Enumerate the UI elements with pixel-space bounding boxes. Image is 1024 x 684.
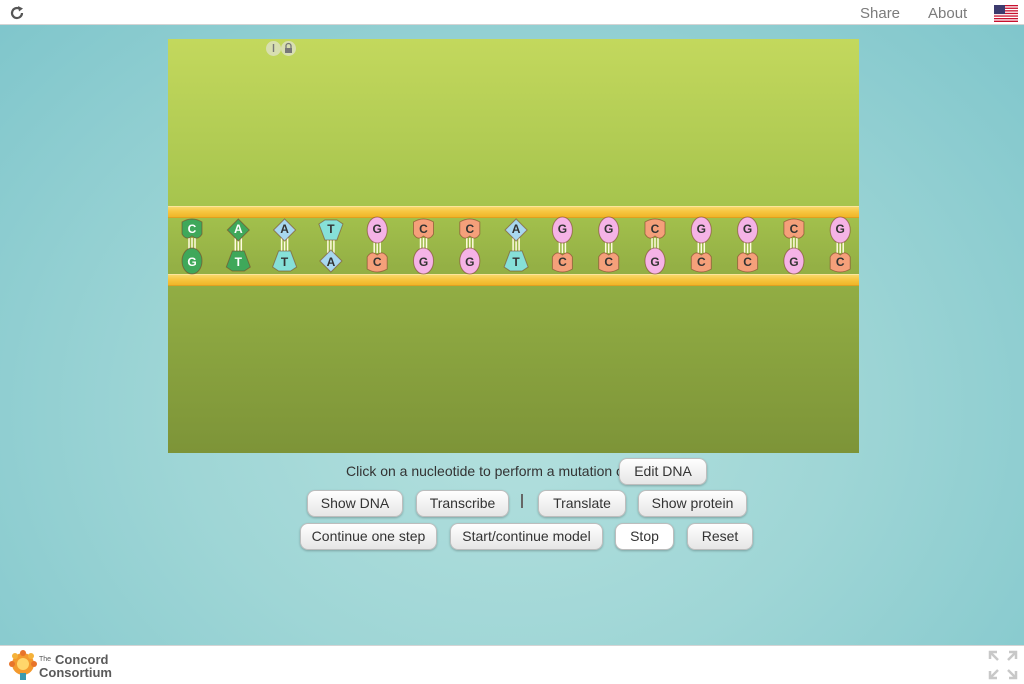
nucleotide-label-top-8: G: [558, 222, 567, 236]
nucleotide-label-top-10: C: [651, 222, 660, 236]
nucleotide-label-bottom-3: A: [327, 255, 336, 269]
nucleotide-label-top-3: T: [327, 222, 335, 236]
nucleotide-label-bottom-9: C: [604, 255, 613, 269]
concord-logo-icon[interactable]: [8, 649, 38, 681]
nucleotide-label-bottom-2: T: [281, 255, 289, 269]
fullscreen-icon[interactable]: [988, 650, 1018, 680]
reload-icon[interactable]: [9, 5, 25, 21]
top-bar: Share About: [0, 0, 1024, 25]
nucleotide-label-top-2: A: [280, 222, 289, 236]
nucleotide-label-top-11: G: [697, 222, 706, 236]
about-link[interactable]: About: [928, 5, 967, 22]
footer: The Concord Consortium: [0, 645, 1024, 684]
show-protein-button[interactable]: Show protein: [638, 490, 747, 517]
stop-button[interactable]: Stop: [615, 523, 674, 550]
nucleotide-label-top-1: A: [234, 222, 243, 236]
logo-text-consortium: Consortium: [39, 665, 112, 680]
nucleotide-label-top-5: C: [419, 222, 428, 236]
nucleotide-label-bottom-12: C: [743, 255, 752, 269]
nucleotide-label-bottom-6: G: [465, 255, 474, 269]
dna-double-helix: C G A T A T T A G C C G C G A T G C G C C G G C G C C G G C: [181, 216, 851, 275]
continue-one-step-button[interactable]: Continue one step: [300, 523, 437, 550]
nucleotide-label-top-7: A: [512, 222, 521, 236]
mutation-instruction: Click on a nucleotide to perform a mutat…: [346, 463, 629, 479]
us-flag-icon[interactable]: [994, 5, 1018, 22]
nucleotide-label-top-14: G: [836, 222, 845, 236]
nucleotide-label-top-6: C: [465, 222, 474, 236]
nucleotide-label-bottom-13: G: [789, 255, 798, 269]
nucleotide-label-top-13: C: [790, 222, 799, 236]
edit-dna-button[interactable]: Edit DNA: [619, 458, 707, 485]
transcribe-button[interactable]: Transcribe: [416, 490, 509, 517]
nucleotide-label-bottom-10: G: [650, 255, 659, 269]
start-continue-model-button[interactable]: Start/continue model: [450, 523, 603, 550]
nucleotide-label-bottom-7: T: [512, 255, 520, 269]
nucleotide-label-bottom-14: C: [836, 255, 845, 269]
logo-text-the: The: [39, 656, 52, 663]
show-dna-button[interactable]: Show DNA: [307, 490, 403, 517]
nucleotide-label-bottom-4: C: [373, 255, 382, 269]
nucleotide-label-top-9: G: [604, 222, 613, 236]
share-link[interactable]: Share: [860, 5, 900, 22]
reset-button[interactable]: Reset: [687, 523, 753, 550]
nucleotide-label-bottom-5: G: [419, 255, 428, 269]
nucleotide-label-bottom-0: G: [187, 255, 196, 269]
nucleotide-label-bottom-11: C: [697, 255, 706, 269]
translate-button[interactable]: Translate: [538, 490, 626, 517]
nucleotide-label-top-0: C: [188, 222, 197, 236]
nucleotide-label-bottom-1: T: [235, 255, 243, 269]
dna-model-canvas[interactable]: C G A T A T T A G C C G C G A T G C G C C G G C G C C G G C: [168, 39, 859, 453]
step-divider: [521, 494, 523, 508]
nucleotide-label-bottom-8: C: [558, 255, 567, 269]
nucleotide-label-top-4: G: [373, 222, 382, 236]
nucleotide-label-top-12: G: [743, 222, 752, 236]
